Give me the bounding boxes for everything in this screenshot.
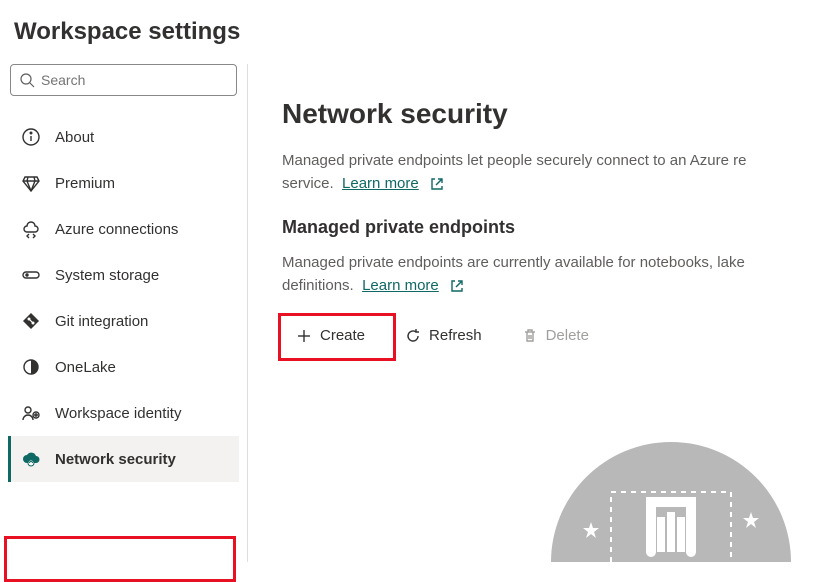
diamond-icon: [21, 173, 41, 193]
main-heading: Network security: [282, 98, 821, 130]
sidebar-item-label: Premium: [55, 175, 115, 192]
learn-more-link[interactable]: Learn more: [342, 175, 419, 192]
info-icon: [21, 127, 41, 147]
sidebar-item-azure-connections[interactable]: Azure connections: [8, 206, 239, 252]
button-label: Refresh: [429, 327, 482, 344]
description-text: Managed private endpoints are currently …: [282, 252, 821, 297]
trash-icon: [522, 328, 538, 344]
search-icon: [19, 72, 35, 88]
button-label: Create: [320, 327, 365, 344]
sidebar-item-label: OneLake: [55, 359, 116, 376]
sidebar-item-onelake[interactable]: OneLake: [8, 344, 239, 390]
sidebar-item-label: System storage: [55, 267, 159, 284]
sidebar-item-system-storage[interactable]: System storage: [8, 252, 239, 298]
external-link-icon: [429, 176, 445, 192]
sidebar-item-label: Network security: [55, 451, 176, 468]
main-content: Network security Managed private endpoin…: [248, 64, 821, 562]
identity-icon: [21, 403, 41, 423]
storage-icon: [21, 265, 41, 285]
create-button[interactable]: Create: [282, 319, 379, 352]
sidebar-item-label: Workspace identity: [55, 405, 181, 422]
refresh-button[interactable]: Refresh: [391, 319, 496, 352]
sidebar-item-network-security[interactable]: Network security: [8, 436, 239, 482]
sidebar-item-label: About: [55, 129, 94, 146]
sidebar-item-premium[interactable]: Premium: [8, 160, 239, 206]
plus-icon: [296, 328, 312, 344]
onelake-icon: [21, 357, 41, 377]
git-icon: [21, 311, 41, 331]
sidebar-item-workspace-identity[interactable]: Workspace identity: [8, 390, 239, 436]
sidebar-item-label: Azure connections: [55, 221, 178, 238]
sub-heading: Managed private endpoints: [282, 217, 821, 238]
sidebar-item-git-integration[interactable]: Git integration: [8, 298, 239, 344]
sidebar: About Premium Azure connections System s…: [0, 64, 248, 562]
cloud-lock-icon: [21, 449, 41, 469]
toolbar: Create Refresh Delete: [282, 319, 821, 352]
description-text: Managed private endpoints let people sec…: [282, 150, 821, 195]
button-label: Delete: [546, 327, 589, 344]
sidebar-item-label: Git integration: [55, 313, 148, 330]
learn-more-link[interactable]: Learn more: [362, 277, 439, 294]
cloud-sync-icon: [21, 219, 41, 239]
highlight-annotation: [4, 536, 236, 582]
search-input[interactable]: [41, 72, 228, 88]
external-link-icon: [449, 278, 465, 294]
sidebar-item-about[interactable]: About: [8, 114, 239, 160]
refresh-icon: [405, 328, 421, 344]
delete-button: Delete: [508, 319, 603, 352]
empty-state-illustration: [531, 422, 811, 562]
page-title: Workspace settings: [0, 0, 821, 64]
search-box[interactable]: [10, 64, 237, 96]
